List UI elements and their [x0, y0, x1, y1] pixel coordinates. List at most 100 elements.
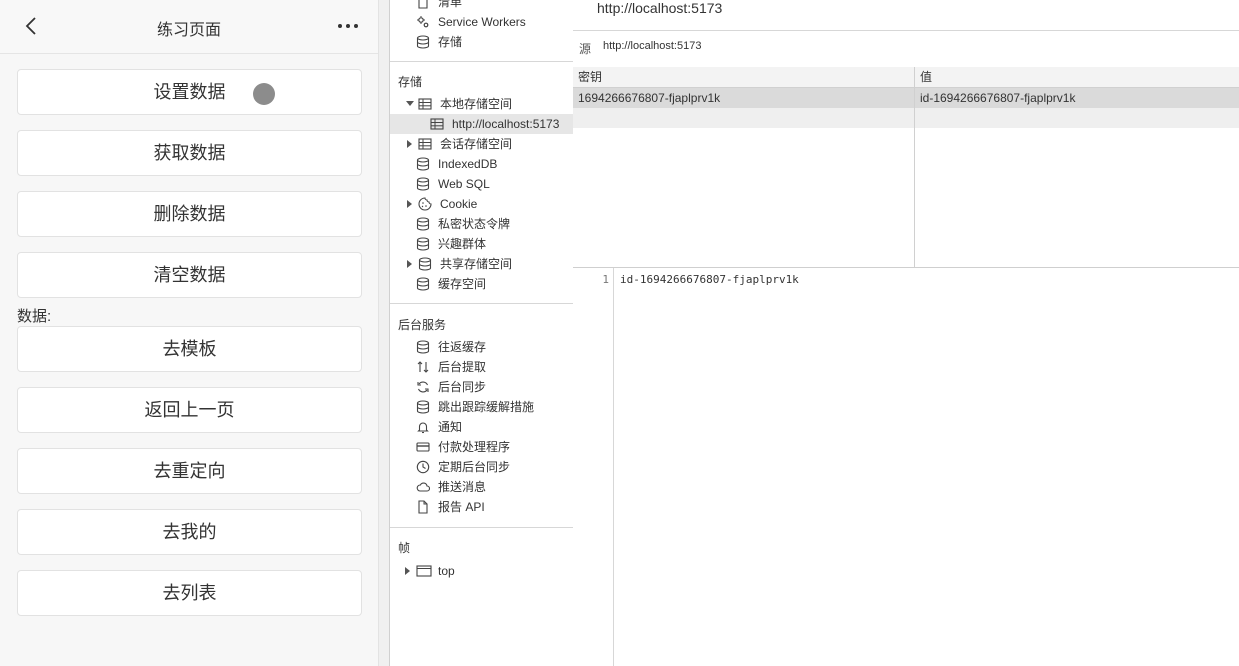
delete-data-button[interactable]: 删除数据 — [17, 191, 362, 237]
tree-item-label: 通知 — [438, 420, 463, 434]
mobile-preview-pane: 练习页面 设置数据 获取数据 删除数据 清空数据 数据: 去模板 返回上一页 去… — [0, 0, 378, 666]
sidebar-item-storage-3[interactable]: IndexedDB — [390, 154, 573, 174]
table-icon — [418, 97, 432, 111]
tree-item-label: IndexedDB — [438, 157, 498, 171]
expand-arrow-right-icon[interactable] — [406, 194, 414, 214]
sidebar-item-storage-1[interactable]: http://localhost:5173 — [390, 114, 573, 134]
mobile-navbar: 练习页面 — [0, 0, 378, 54]
empty-table-row[interactable] — [573, 108, 1239, 128]
sidebar-item-top-1[interactable]: Service Workers — [390, 12, 573, 32]
tree-item-label: 后台同步 — [438, 380, 487, 394]
database-icon — [418, 257, 432, 271]
sidebar-item-storage-2[interactable]: 会话存储空间 — [390, 134, 573, 154]
tree-item-label: 缓存空间 — [438, 277, 487, 291]
storage-main-panel: http://localhost:5173 源 http://localhost… — [573, 0, 1239, 666]
tree-item-label: Web SQL — [438, 177, 490, 191]
value-column-header[interactable]: 值 — [915, 67, 1239, 88]
expand-arrow-right-icon[interactable] — [406, 254, 414, 274]
arrows-updown-icon — [416, 360, 430, 374]
touch-indicator-dot — [253, 83, 275, 105]
storage-section-title[interactable]: 存储 — [398, 73, 422, 90]
sidebar-item-frame-0[interactable]: top — [390, 561, 573, 581]
preview-text[interactable]: id-1694266676807-fjaplprv1k — [620, 273, 799, 286]
sync-icon — [416, 380, 430, 394]
clock-icon — [416, 460, 430, 474]
column-divider[interactable] — [914, 67, 915, 267]
page-title: 练习页面 — [156, 22, 221, 39]
section-divider — [390, 61, 573, 62]
sidebar-item-top-2[interactable]: 存储 — [390, 32, 573, 52]
sidebar-item-storage-4[interactable]: Web SQL — [390, 174, 573, 194]
sidebar-item-storage-7[interactable]: 兴趣群体 — [390, 234, 573, 254]
sidebar-item-background-5[interactable]: 付款处理程序 — [390, 437, 573, 457]
sidebar-item-storage-8[interactable]: 共享存储空间 — [390, 254, 573, 274]
bell-icon — [416, 420, 430, 434]
sidebar-item-storage-0[interactable]: 本地存储空间 — [390, 94, 573, 114]
tree-item-label: 本地存储空间 — [440, 97, 513, 111]
database-icon — [416, 35, 430, 49]
sidebar-item-background-1[interactable]: 后台提取 — [390, 357, 573, 377]
go-mine-button[interactable]: 去我的 — [17, 509, 362, 555]
tree-item-label: 私密状态令牌 — [438, 217, 511, 231]
go-back-button[interactable]: 返回上一页 — [17, 387, 362, 433]
expand-arrow-right-icon[interactable] — [406, 134, 414, 154]
tree-item-label: Service Workers — [438, 15, 526, 29]
tree-item-label: 清单 — [438, 0, 463, 9]
tree-item-label: 报告 API — [438, 500, 485, 514]
window-icon — [416, 564, 432, 578]
origin-bar: 源 http://localhost:5173 — [573, 30, 1239, 69]
sidebar-item-background-0[interactable]: 往返缓存 — [390, 337, 573, 357]
database-icon — [416, 237, 430, 251]
sidebar-item-top-0[interactable]: 清单 — [390, 0, 573, 12]
sidebar-item-background-3[interactable]: 跳出跟踪缓解措施 — [390, 397, 573, 417]
storage-table: 密钥 值 1694266676807-fjaplprv1k id-1694266… — [573, 67, 1239, 268]
row-key-cell[interactable]: 1694266676807-fjaplprv1k — [573, 88, 914, 108]
row-value-cell[interactable]: id-1694266676807-fjaplprv1k — [915, 88, 1239, 108]
key-column-header[interactable]: 密钥 — [573, 67, 914, 88]
tree-item-label: 存储 — [438, 35, 463, 49]
tree-item-label: 推送消息 — [438, 480, 487, 494]
sidebar-item-background-8[interactable]: 报告 API — [390, 497, 573, 517]
tree-item-label: 往返缓存 — [438, 340, 487, 354]
tree-item-label: http://localhost:5173 — [452, 117, 560, 131]
database-icon — [416, 400, 430, 414]
database-icon — [416, 340, 430, 354]
tree-item-label: 会话存储空间 — [440, 137, 513, 151]
expand-arrow-down-icon[interactable] — [406, 94, 414, 114]
set-data-button[interactable]: 设置数据 — [17, 69, 362, 115]
sidebar-item-background-7[interactable]: 推送消息 — [390, 477, 573, 497]
section-divider — [390, 527, 573, 528]
cookie-icon — [418, 197, 432, 211]
data-label: 数据: — [17, 308, 52, 325]
sidebar-item-background-4[interactable]: 通知 — [390, 417, 573, 437]
button-list: 设置数据 获取数据 删除数据 清空数据 数据: 去模板 返回上一页 去重定向 去… — [17, 69, 362, 631]
tree-item-label: 定期后台同步 — [438, 460, 511, 474]
table-icon — [418, 137, 432, 151]
table-row[interactable]: 1694266676807-fjaplprv1k id-169426667680… — [573, 88, 1239, 108]
sidebar-item-background-2[interactable]: 后台同步 — [390, 377, 573, 397]
application-sidebar: 清单 Service Workers 存储 存储 本地存储空间 http://localh… — [389, 0, 574, 666]
sidebar-item-storage-6[interactable]: 私密状态令牌 — [390, 214, 573, 234]
tree-item-label: 付款处理程序 — [438, 440, 511, 454]
cloud-icon — [416, 480, 431, 494]
get-data-button[interactable]: 获取数据 — [17, 130, 362, 176]
frames-section-title[interactable]: 帧 — [398, 539, 410, 556]
go-template-button[interactable]: 去模板 — [17, 326, 362, 372]
sidebar-item-background-6[interactable]: 定期后台同步 — [390, 457, 573, 477]
section-divider — [390, 303, 573, 304]
go-list-button[interactable]: 去列表 — [17, 570, 362, 616]
go-redirect-button[interactable]: 去重定向 — [17, 448, 362, 494]
value-preview: 1 id-1694266676807-fjaplprv1k — [573, 268, 1239, 666]
expand-arrow-right-icon[interactable] — [404, 561, 412, 581]
gears-icon — [416, 15, 430, 29]
clear-data-button[interactable]: 清空数据 — [17, 252, 362, 298]
tree-item-label: 后台提取 — [438, 360, 487, 374]
more-options-icon[interactable] — [336, 16, 360, 36]
line-gutter: 1 — [573, 268, 614, 666]
background-services-section-title[interactable]: 后台服务 — [398, 316, 446, 333]
database-icon — [416, 277, 430, 291]
origin-label: 源 — [579, 42, 592, 56]
file-icon — [416, 500, 430, 514]
sidebar-item-storage-9[interactable]: 缓存空间 — [390, 274, 573, 294]
sidebar-item-storage-5[interactable]: Cookie — [390, 194, 573, 214]
